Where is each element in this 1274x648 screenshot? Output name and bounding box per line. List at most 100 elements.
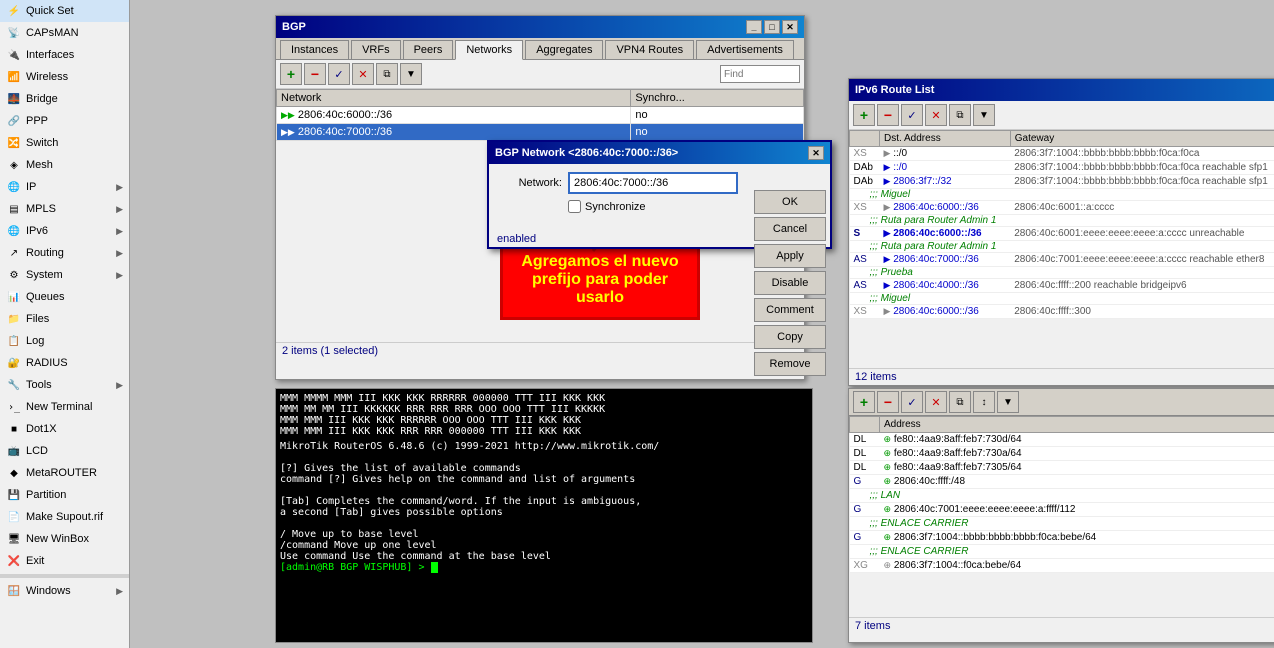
comment-cell: ;;; Prueba xyxy=(850,267,1274,279)
disable-button[interactable]: Disable xyxy=(754,271,826,295)
remove-button[interactable]: Remove xyxy=(754,352,826,376)
dialog-title: BGP Network <2806:40c:7000::/36> xyxy=(495,147,678,159)
remove-btn[interactable]: − xyxy=(304,63,326,85)
terminal-line: MMM MMM III KKK KKK RRR RRR 000000 TTT I… xyxy=(280,426,808,437)
table-row[interactable]: XG ⊕ 2806:3f7:1004::f0ca:bebe/64 xyxy=(850,559,1274,573)
sidebar-item-make-supout[interactable]: 📄 Make Supout.rif xyxy=(0,506,129,528)
sidebar-item-exit[interactable]: ❌ Exit xyxy=(0,550,129,572)
addr-icon: ⊕ xyxy=(884,504,892,514)
sidebar-item-system[interactable]: ⚙ System ▶ xyxy=(0,264,129,286)
tab-advertisements[interactable]: Advertisements xyxy=(696,40,794,59)
addr-icon: ⊕ xyxy=(884,532,892,542)
addr-filter-btn[interactable]: ▼ xyxy=(997,391,1019,413)
table-row[interactable]: DL ⊕ fe80::4aa9:8aff:feb7:730a/64 xyxy=(850,447,1274,461)
tab-instances[interactable]: Instances xyxy=(280,40,349,59)
sidebar-item-new-winbox[interactable]: 🖥 New WinBox xyxy=(0,528,129,550)
addr-add-btn[interactable]: + xyxy=(853,391,875,413)
table-row[interactable]: DL ⊕ fe80::4aa9:8aff:feb7:7305/64 xyxy=(850,461,1274,475)
table-row[interactable]: G ⊕ 2806:40c:ffff:/48 xyxy=(850,475,1274,489)
add-btn[interactable]: + xyxy=(280,63,302,85)
bgp-close-btn[interactable]: ✕ xyxy=(782,20,798,34)
table-row-comment: ;;; Miguel xyxy=(850,189,1274,201)
sidebar-item-windows[interactable]: 🪟 Windows ▶ xyxy=(0,580,129,602)
comment-button[interactable]: Comment xyxy=(754,298,826,322)
sidebar-item-switch[interactable]: 🔀 Switch xyxy=(0,132,129,154)
sidebar-item-ipv6[interactable]: 🌐 IPv6 ▶ xyxy=(0,220,129,242)
sidebar-item-label: CAPsMAN xyxy=(26,27,79,39)
table-row[interactable]: G ⊕ 2806:3f7:1004::bbbb:bbbb:bbbb:f0ca:b… xyxy=(850,531,1274,545)
sidebar-item-radius[interactable]: 🔐 RADIUS xyxy=(0,352,129,374)
table-row[interactable]: S ▶ 2806:40c:6000::/36 2806:40c:6001:eee… xyxy=(850,227,1274,241)
sidebar-item-mesh[interactable]: ◈ Mesh xyxy=(0,154,129,176)
table-row[interactable]: XS ▶ ::/0 2806:3f7:1004::bbbb:bbbb:bbbb:… xyxy=(850,147,1274,161)
sidebar-item-queues[interactable]: 📊 Queues xyxy=(0,286,129,308)
copy-btn[interactable]: ⧉ xyxy=(376,63,398,85)
quick-set-icon: ⚡ xyxy=(6,3,22,19)
table-row[interactable]: DAb ▶ ::/0 2806:3f7:1004::bbbb:bbbb:bbbb… xyxy=(850,161,1274,175)
table-row[interactable]: XS ▶ 2806:40c:6000::/36 2806:40c:6001::a… xyxy=(850,201,1274,215)
files-icon: 📁 xyxy=(6,311,22,327)
terminal-window[interactable]: MMM MMMM MMM III KKK KKK RRRRRR 000000 T… xyxy=(275,388,813,643)
sidebar-item-log[interactable]: 📋 Log xyxy=(0,330,129,352)
ipv6-filter-btn[interactable]: ▼ xyxy=(973,104,995,126)
addr-disable-btn[interactable]: ✕ xyxy=(925,391,947,413)
ipv6-enable-btn[interactable]: ✓ xyxy=(901,104,923,126)
filter-btn[interactable]: ▼ xyxy=(400,63,422,85)
addr-copy-btn[interactable]: ⧉ xyxy=(949,391,971,413)
copy-button[interactable]: Copy xyxy=(754,325,826,349)
bgp-maximize-btn[interactable]: □ xyxy=(764,20,780,34)
table-row-comment: ;;; Ruta para Router Admin 1 xyxy=(850,215,1274,227)
ok-button[interactable]: OK xyxy=(754,190,826,214)
disable-btn[interactable]: ✕ xyxy=(352,63,374,85)
table-row[interactable]: AS ▶ 2806:40c:4000::/36 2806:40c:ffff::2… xyxy=(850,279,1274,293)
table-row[interactable]: AS ▶ 2806:40c:7000::/36 2806:40c:7001:ee… xyxy=(850,253,1274,267)
enable-btn[interactable]: ✓ xyxy=(328,63,350,85)
cancel-button[interactable]: Cancel xyxy=(754,217,826,241)
tab-aggregates[interactable]: Aggregates xyxy=(525,40,603,59)
sidebar-item-partition[interactable]: 💾 Partition xyxy=(0,484,129,506)
addr-remove-btn[interactable]: − xyxy=(877,391,899,413)
tab-vpn4routes[interactable]: VPN4 Routes xyxy=(605,40,694,59)
dialog-close-btn[interactable]: ✕ xyxy=(808,146,824,160)
terminal-line: command [?] Gives help on the command an… xyxy=(280,474,808,485)
sidebar-item-quick-set[interactable]: ⚡ Quick Set xyxy=(0,0,129,22)
table-row[interactable]: DL ⊕ fe80::4aa9:8aff:feb7:730d/64 xyxy=(850,433,1274,447)
tab-networks[interactable]: Networks xyxy=(455,40,523,60)
ipv6-copy-btn[interactable]: ⧉ xyxy=(949,104,971,126)
tab-vrfs[interactable]: VRFs xyxy=(351,40,401,59)
sidebar-item-routing[interactable]: ↗ Routing ▶ xyxy=(0,242,129,264)
tab-peers[interactable]: Peers xyxy=(403,40,454,59)
table-row[interactable]: ▶▶ 2806:40c:7000::/36 no xyxy=(277,124,804,141)
bgp-minimize-btn[interactable]: _ xyxy=(746,20,762,34)
sidebar-item-tools[interactable]: 🔧 Tools ▶ xyxy=(0,374,129,396)
table-row[interactable]: XS ▶ 2806:40c:6000::/36 2806:40c:ffff::3… xyxy=(850,305,1274,319)
table-row[interactable]: G ⊕ 2806:40c:7001:eeee:eeee:eeee:a:ffff/… xyxy=(850,503,1274,517)
sidebar-item-ppp[interactable]: 🔗 PPP xyxy=(0,110,129,132)
make-supout-icon: 📄 xyxy=(6,509,22,525)
sidebar-item-files[interactable]: 📁 Files xyxy=(0,308,129,330)
dst-cell: ▶ ::/0 xyxy=(880,161,1011,175)
network-input[interactable] xyxy=(568,172,738,194)
sidebar-item-capsman[interactable]: 📡 CAPsMAN xyxy=(0,22,129,44)
ipv6-remove-btn[interactable]: − xyxy=(877,104,899,126)
addr-enable-btn[interactable]: ✓ xyxy=(901,391,923,413)
network-cell: ▶▶ 2806:40c:6000::/36 xyxy=(277,107,631,124)
sidebar-item-lcd[interactable]: 📺 LCD xyxy=(0,440,129,462)
ipv6-disable-btn[interactable]: ✕ xyxy=(925,104,947,126)
sidebar-item-metarouter[interactable]: ◆ MetaROUTER xyxy=(0,462,129,484)
sidebar-item-new-terminal[interactable]: ›_ New Terminal xyxy=(0,396,129,418)
sidebar-item-bridge[interactable]: 🌉 Bridge xyxy=(0,88,129,110)
sidebar-item-mpls[interactable]: ▤ MPLS ▶ xyxy=(0,198,129,220)
apply-button[interactable]: Apply xyxy=(754,244,826,268)
sidebar-item-ip[interactable]: 🌐 IP ▶ xyxy=(0,176,129,198)
synchronize-checkbox[interactable] xyxy=(568,200,581,213)
addr-sort-btn[interactable]: ↕ xyxy=(973,391,995,413)
sidebar-item-dot1x[interactable]: ■ Dot1X xyxy=(0,418,129,440)
sidebar-item-interfaces[interactable]: 🔌 Interfaces xyxy=(0,44,129,66)
ipv6-add-btn[interactable]: + xyxy=(853,104,875,126)
ipv6-toolbar: + − ✓ ✕ ⧉ ▼ xyxy=(849,101,1274,130)
table-row[interactable]: DAb ▶ 2806:3f7::/32 2806:3f7:1004::bbbb:… xyxy=(850,175,1274,189)
sidebar-item-wireless[interactable]: 📶 Wireless xyxy=(0,66,129,88)
find-input[interactable] xyxy=(720,65,800,83)
table-row[interactable]: ▶▶ 2806:40c:6000::/36 no xyxy=(277,107,804,124)
